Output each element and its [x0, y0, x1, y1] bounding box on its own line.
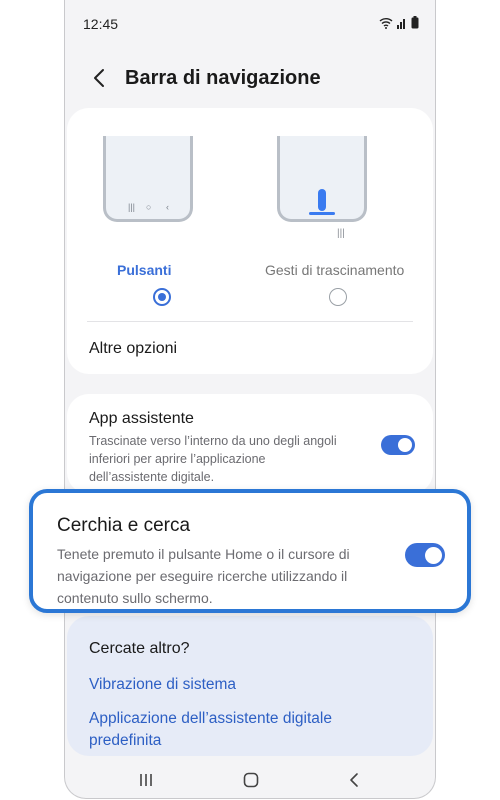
- circle-search-title: Cerchia e cerca: [57, 515, 191, 536]
- link-system-vibration[interactable]: Vibrazione di sistema: [89, 674, 379, 696]
- more-card: Cercate altro? Vibrazione di sistema App…: [67, 616, 433, 756]
- home-icon: ○: [146, 202, 152, 212]
- home-button[interactable]: [236, 766, 266, 794]
- assistant-card: App assistente Trascinate verso l’intern…: [67, 394, 433, 494]
- back-button[interactable]: [87, 66, 111, 90]
- circle-search-toggle[interactable]: [405, 543, 445, 567]
- status-icons: [379, 16, 419, 29]
- gesture-hint-icon: |||: [337, 228, 345, 239]
- page-title: Barra di navigazione: [125, 66, 321, 89]
- assistant-title: App assistente: [89, 410, 194, 427]
- gesture-bar-icon: [309, 212, 335, 215]
- link-default-assistant[interactable]: Applicazione dell’assistente digitale pr…: [89, 708, 379, 752]
- gestures-preview[interactable]: [277, 136, 367, 222]
- battery-icon: [411, 16, 419, 29]
- recents-button[interactable]: [131, 766, 161, 794]
- divider: [87, 321, 413, 322]
- back-nav-button[interactable]: [339, 766, 369, 794]
- back-icon: [350, 773, 358, 787]
- recents-icon: |||: [128, 202, 136, 212]
- assistant-description: Trascinate verso l’interno da uno degli …: [89, 434, 337, 484]
- status-time: 12:45: [83, 16, 119, 32]
- more-options-item[interactable]: Altre opzioni: [89, 340, 177, 358]
- gestures-option-label[interactable]: Gesti di trascinamento: [265, 262, 404, 278]
- nav-type-card: ||| ○ ‹ ||| Pulsanti Gesti di trasciname…: [67, 108, 433, 374]
- wifi-icon: [379, 17, 393, 29]
- chevron-left-icon: [94, 69, 104, 87]
- gesture-handle-icon: [318, 189, 326, 211]
- page-header: Barra di navigazione: [87, 60, 321, 96]
- back-icon: ‹: [166, 202, 169, 212]
- phone-frame: 12:45 Barra di navigazione ||| ○ ‹ ||| P…: [64, 0, 436, 799]
- circle-search-setting: Cerchia e cerca Tenete premuto il pulsan…: [29, 489, 471, 613]
- circle-search-description: Tenete premuto il pulsante Home o il cur…: [57, 546, 350, 606]
- buttons-preview[interactable]: ||| ○ ‹: [103, 136, 193, 222]
- assistant-toggle[interactable]: [381, 435, 415, 455]
- buttons-radio[interactable]: [153, 288, 171, 306]
- system-nav-bar: [65, 760, 435, 798]
- recents-icon: [140, 774, 152, 786]
- buttons-option-label[interactable]: Pulsanti: [117, 262, 171, 278]
- more-title: Cercate altro?: [89, 640, 190, 657]
- signal-icon: [397, 18, 405, 29]
- gestures-radio[interactable]: [329, 288, 347, 306]
- home-icon: [243, 772, 259, 788]
- status-bar: 12:45: [79, 14, 421, 34]
